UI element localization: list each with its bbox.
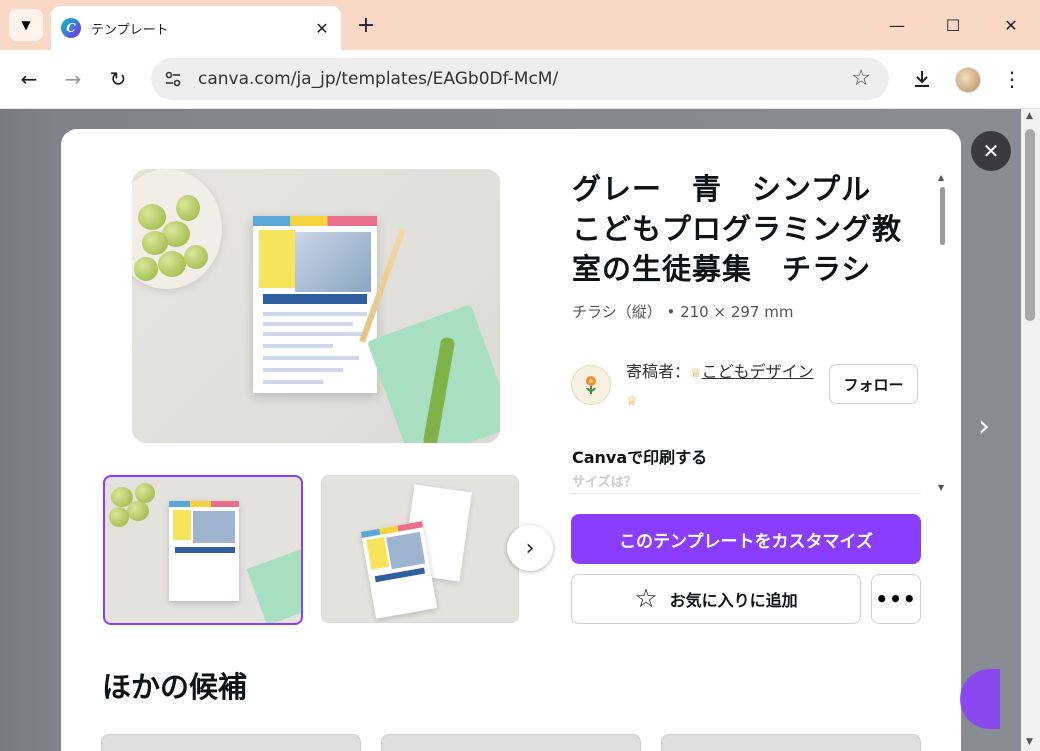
template-title: グレー 青 シンプル こどもプログラミング教室の生徒募集 チラシ: [572, 172, 903, 286]
page-scrollbar[interactable]: ▲ ▼: [1021, 109, 1040, 751]
modal-close-button[interactable]: ✕: [971, 131, 1011, 171]
thumbnail-1[interactable]: [103, 475, 303, 625]
creator-prefix: 寄稿者：: [626, 362, 691, 381]
back-icon[interactable]: ←: [14, 64, 44, 94]
site-settings-icon[interactable]: [163, 69, 183, 89]
maximize-icon[interactable]: ☐: [938, 10, 968, 40]
template-modal: › グレー 青 シンプル こどもプログラミング教室の生徒募集 チラシ チラシ（縦…: [61, 129, 961, 751]
profile-avatar[interactable]: [955, 67, 981, 93]
creator-line: 寄稿者：♕こどもデザイン♕: [626, 359, 816, 415]
favorite-label: お気に入りに追加: [669, 591, 798, 610]
browser-toolbar: ← → ↻ canva.com/ja_jp/templates/EAGb0Df-…: [0, 50, 1040, 109]
candidate-card[interactable]: [101, 734, 361, 751]
add-to-favorites-button[interactable]: ☆ お気に入りに追加: [571, 574, 861, 624]
crown-icon: ♕: [626, 394, 638, 409]
divider: [571, 493, 921, 494]
browser-tab-bar: ▼ C テンプレート ✕ + — ☐ ✕: [0, 0, 1040, 50]
scroll-up-icon[interactable]: ▲: [938, 173, 944, 182]
forward-icon[interactable]: →: [58, 64, 88, 94]
menu-kebab-icon[interactable]: ⋮: [997, 64, 1027, 94]
chevron-down-icon: ▼: [21, 18, 31, 32]
customize-template-button[interactable]: このテンプレートをカスタマイズ: [571, 514, 921, 564]
creator-avatar[interactable]: [571, 365, 611, 405]
next-template-arrow-icon[interactable]: ›: [978, 409, 990, 444]
active-tab[interactable]: C テンプレート ✕: [51, 6, 341, 50]
chevron-right-icon: ›: [525, 535, 535, 561]
follow-button[interactable]: フォロー: [829, 364, 918, 404]
address-bar[interactable]: canva.com/ja_jp/templates/EAGb0Df-McM/ ☆: [151, 58, 889, 100]
scroll-up-icon[interactable]: ▲: [1026, 111, 1033, 121]
tab-search-button[interactable]: ▼: [9, 9, 43, 41]
page-content: › グレー 青 シンプル こどもプログラミング教室の生徒募集 チラシ チラシ（縦…: [0, 109, 1040, 751]
download-icon[interactable]: [907, 64, 937, 94]
thumbnail-next-button[interactable]: ›: [507, 525, 553, 571]
star-icon: ☆: [634, 584, 658, 614]
print-size-question: サイズは？: [572, 475, 637, 490]
more-options-button[interactable]: •••: [871, 574, 921, 624]
window-close-icon[interactable]: ✕: [996, 10, 1026, 40]
tab-close-icon[interactable]: ✕: [311, 17, 333, 39]
scroll-down-icon[interactable]: ▼: [938, 483, 944, 492]
scrollbar-thumb[interactable]: [1025, 129, 1035, 321]
print-heading: Canvaで印刷する: [572, 448, 708, 467]
new-tab-button[interactable]: +: [352, 11, 380, 39]
canva-favicon-icon: C: [61, 18, 81, 38]
other-candidates-heading: ほかの候補: [102, 670, 248, 704]
bookmark-star-icon[interactable]: ☆: [851, 66, 871, 91]
details-scrollbar[interactable]: ▲ ▼: [938, 173, 946, 493]
creator-name-link[interactable]: こどもデザイン: [702, 362, 814, 381]
candidate-card[interactable]: [381, 734, 641, 751]
minimize-icon[interactable]: —: [882, 10, 912, 40]
flower-icon: [586, 376, 596, 394]
template-preview-image[interactable]: [132, 169, 500, 443]
tab-title: テンプレート: [91, 22, 169, 38]
template-subtitle: チラシ（縦） • 210 × 297 mm: [572, 303, 794, 321]
close-icon: ✕: [982, 139, 1000, 163]
reload-icon[interactable]: ↻: [103, 64, 133, 94]
flyer-mockup: [253, 216, 377, 393]
thumbnail-2[interactable]: [321, 475, 519, 623]
candidate-card[interactable]: [661, 734, 921, 751]
url-text: canva.com/ja_jp/templates/EAGb0Df-McM/: [198, 69, 559, 89]
scroll-down-icon[interactable]: ▼: [1026, 737, 1033, 747]
crown-icon: ♕: [690, 366, 702, 381]
